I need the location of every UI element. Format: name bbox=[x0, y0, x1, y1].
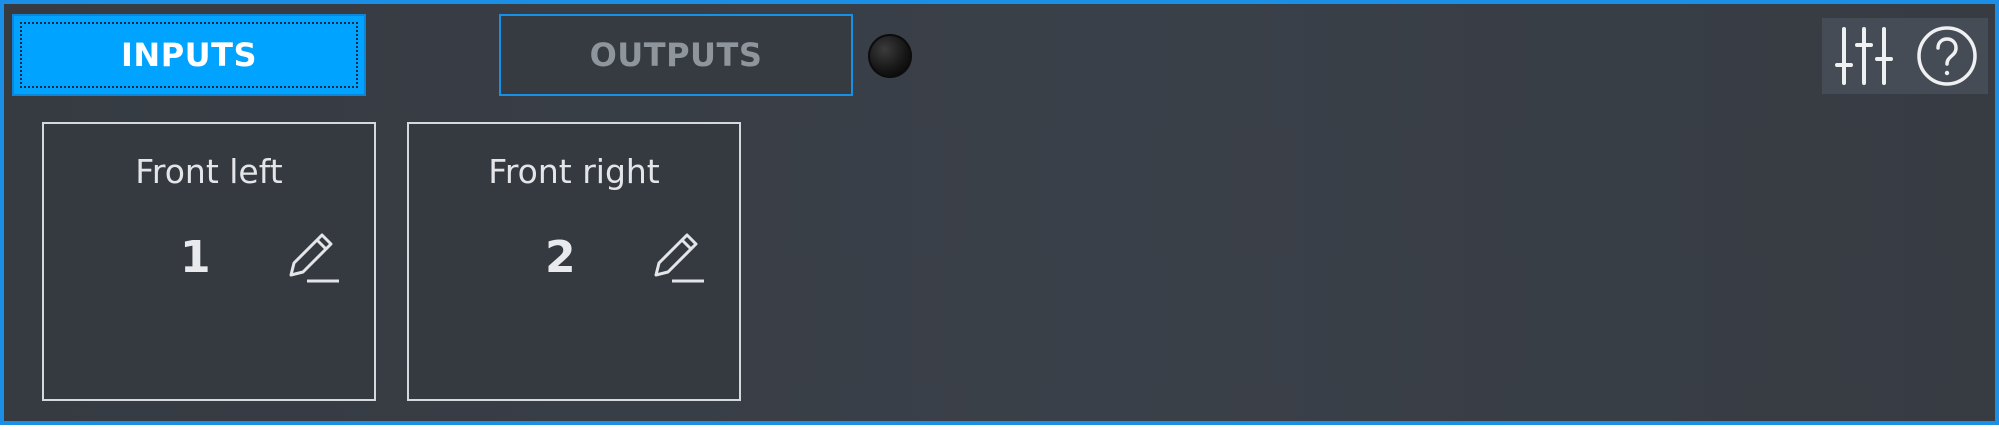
tab-inputs[interactable]: INPUTS bbox=[12, 14, 366, 96]
help-icon[interactable] bbox=[1911, 20, 1983, 92]
status-led-indicator bbox=[868, 34, 912, 78]
toolbar bbox=[1822, 18, 1988, 94]
pencil-icon[interactable] bbox=[643, 224, 709, 290]
tab-inputs-label: INPUTS bbox=[121, 36, 257, 74]
channel-panel: INPUTS OUTPUTS Front left 1 Front right … bbox=[0, 0, 1999, 425]
channel-card[interactable]: Front left 1 bbox=[42, 122, 376, 401]
pencil-icon[interactable] bbox=[278, 224, 344, 290]
sliders-icon[interactable] bbox=[1828, 20, 1900, 92]
tab-outputs[interactable]: OUTPUTS bbox=[499, 14, 853, 96]
channel-name: Front left bbox=[135, 152, 283, 191]
tab-outputs-label: OUTPUTS bbox=[589, 36, 763, 74]
channel-card[interactable]: Front right 2 bbox=[407, 122, 741, 401]
channel-number: 2 bbox=[545, 232, 576, 283]
channel-number: 1 bbox=[180, 232, 211, 283]
channel-name: Front right bbox=[488, 152, 660, 191]
